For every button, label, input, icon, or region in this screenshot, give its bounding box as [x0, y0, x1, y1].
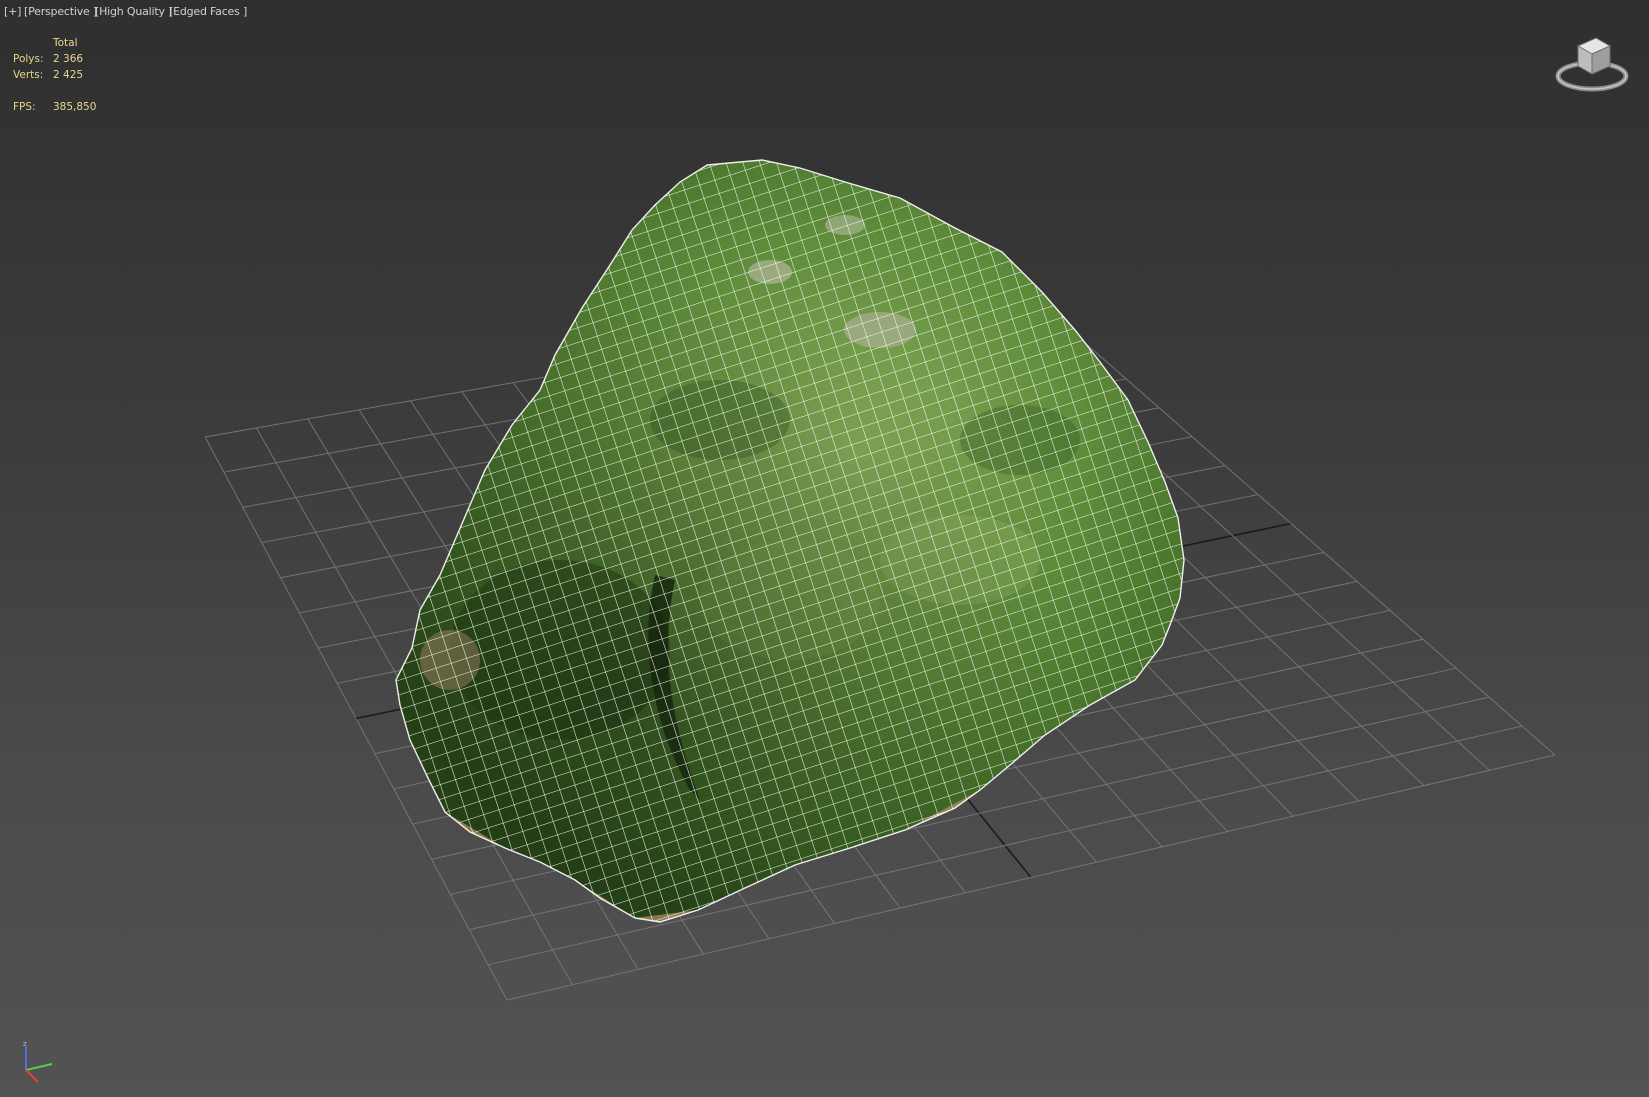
viewport-menu-plus[interactable]: [+] — [4, 5, 21, 18]
stats-polys-value: 2 366 — [53, 53, 84, 65]
stats-verts-value: 2 425 — [53, 69, 84, 81]
scene-canvas[interactable] — [0, 0, 1649, 1097]
perspective-viewport[interactable]: [+] [Perspective ] [High Quality ] [Edge… — [0, 0, 1649, 1097]
stats-header: Total — [53, 37, 78, 49]
stats-fps-label: FPS: — [13, 101, 36, 113]
stats-polys-label: Polys: — [13, 53, 44, 65]
viewport-point-of-view-label[interactable]: [Perspective ] — [24, 5, 97, 18]
rock-mesh — [396, 160, 1184, 922]
viewport-shading-label[interactable]: [High Quality ] — [95, 5, 172, 18]
axis-tripod-icon: z — [23, 1040, 53, 1083]
viewport-edged-faces-label[interactable]: [Edged Faces ] — [169, 5, 247, 18]
stats-fps-value: 385,850 — [53, 101, 97, 113]
viewcube-icon[interactable] — [1552, 30, 1632, 100]
stats-verts-label: Verts: — [13, 69, 44, 81]
svg-text:z: z — [23, 1040, 27, 1048]
